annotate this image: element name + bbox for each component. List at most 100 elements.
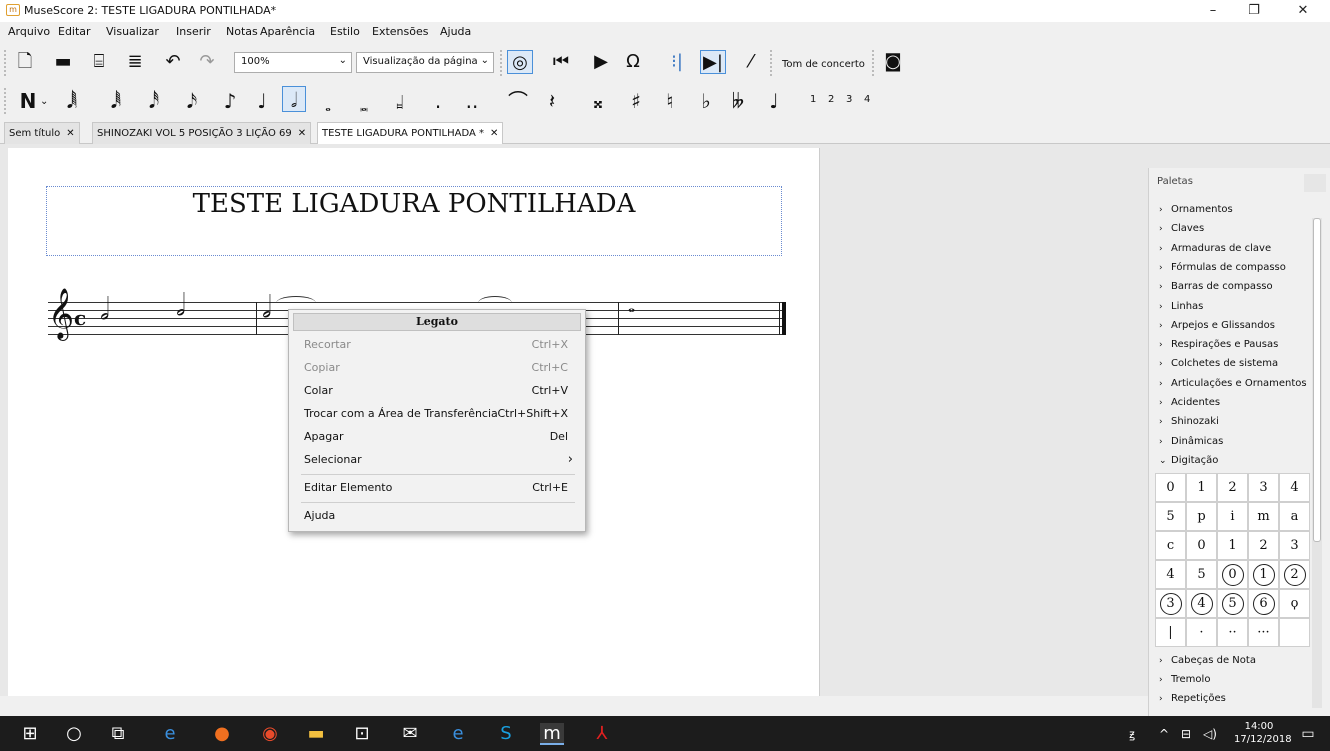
note-half-icon[interactable]: 𝅗𝅥	[282, 86, 306, 112]
palette-section[interactable]: › Repetições	[1159, 693, 1226, 704]
flip-direction-icon[interactable]: ♩	[762, 88, 786, 114]
toolbar-grip[interactable]	[872, 50, 876, 76]
palette-section[interactable]: › Dinâmicas	[1159, 436, 1223, 447]
internet-explorer-icon[interactable]: e	[446, 723, 470, 745]
menu-estilo[interactable]: Estilo	[330, 25, 360, 38]
fingering-cell[interactable]: 5	[1186, 560, 1217, 589]
menu-aparencia[interactable]: Aparência	[260, 25, 315, 38]
skype-icon[interactable]: S	[494, 723, 518, 745]
fingering-cell[interactable]: 1	[1186, 473, 1217, 502]
toolbar-grip[interactable]	[4, 88, 8, 114]
toolbar-grip[interactable]	[500, 50, 504, 76]
menu-item-editar-elemento[interactable]: Editar Elemento Ctrl+E	[293, 477, 581, 499]
undo-icon[interactable]: ↶	[160, 50, 186, 74]
fingering-cell[interactable]: 2	[1279, 560, 1310, 589]
palette-section[interactable]: › Ornamentos	[1159, 204, 1233, 215]
network-icon[interactable]: ⊟	[1174, 723, 1198, 745]
concert-pitch-button[interactable]: Tom de concerto	[782, 59, 865, 70]
fingering-cell[interactable]: 5	[1155, 502, 1186, 531]
menu-item-ajuda[interactable]: Ajuda	[293, 505, 581, 527]
fingering-cell[interactable]: i	[1217, 502, 1248, 531]
double-flat-icon[interactable]: 𝄫	[726, 88, 750, 114]
palette-close-button[interactable]	[1304, 174, 1326, 192]
fingering-cell[interactable]: ···	[1248, 618, 1279, 647]
notifications-icon[interactable]: ▭	[1296, 723, 1320, 745]
menu-item-recortar[interactable]: Recortar Ctrl+X	[293, 334, 581, 356]
fingering-cell[interactable]: 4	[1155, 560, 1186, 589]
menu-arquivo[interactable]: Arquivo	[8, 25, 50, 38]
fingering-cell[interactable]: 2	[1248, 531, 1279, 560]
camera-icon[interactable]: ◙	[880, 50, 906, 74]
note-16th-icon[interactable]: 𝅘𝅥𝅯	[180, 88, 204, 114]
palette-section[interactable]: › Colchetes de sistema	[1159, 358, 1278, 369]
fingering-cell[interactable]: 0	[1186, 531, 1217, 560]
fingering-cell[interactable]: ··	[1217, 618, 1248, 647]
half-note[interactable]: 𝅗𝅥	[262, 290, 272, 325]
menu-extensoes[interactable]: Extensões	[372, 25, 428, 38]
tab-sem-titulo[interactable]: Sem título ✕	[4, 122, 80, 144]
note-breve-icon[interactable]: 𝅜	[352, 94, 376, 120]
volume-icon[interactable]: ◁)	[1198, 723, 1222, 745]
fingering-cell[interactable]: a	[1279, 502, 1310, 531]
palette-scrollbar[interactable]	[1312, 218, 1322, 708]
fingering-cell[interactable]: 3	[1279, 531, 1310, 560]
double-sharp-icon[interactable]: 𝄪	[586, 88, 610, 114]
musescore-taskbar-icon[interactable]: m	[540, 723, 564, 745]
fingering-cell[interactable]: 2	[1217, 473, 1248, 502]
print-icon[interactable]: ≣	[122, 50, 148, 74]
fingering-cell[interactable]: c	[1155, 531, 1186, 560]
fingering-cell[interactable]	[1279, 618, 1310, 647]
menu-visualizar[interactable]: Visualizar	[106, 25, 159, 38]
fingering-cell[interactable]: 1	[1248, 560, 1279, 589]
fingering-cell[interactable]: 0	[1217, 560, 1248, 589]
acrobat-icon[interactable]: ⅄	[590, 723, 614, 745]
people-icon[interactable]: ꙃ	[1120, 723, 1144, 745]
fingering-cell[interactable]: ·	[1186, 618, 1217, 647]
treble-clef[interactable]: 𝄞	[48, 288, 74, 339]
menu-item-trocar[interactable]: Trocar com a Área de Transferência Ctrl+…	[293, 403, 581, 425]
close-icon[interactable]: ✕	[490, 128, 498, 139]
chrome-icon[interactable]: ◉	[258, 723, 282, 745]
fingering-cell[interactable]: 3	[1248, 473, 1279, 502]
note-quarter-icon[interactable]: ♩	[250, 88, 274, 114]
palette-section[interactable]: › Articulações e Ornamentos	[1159, 378, 1307, 389]
system-clock[interactable]: 14:00 17/12/2018	[1234, 720, 1292, 746]
double-dot-icon[interactable]: ..	[460, 88, 484, 114]
cortana-search-icon[interactable]: ○	[62, 723, 86, 745]
tab-teste-ligadura[interactable]: TESTE LIGADURA PONTILHADA * ✕	[317, 122, 504, 145]
common-time-signature[interactable]: c	[74, 306, 86, 330]
voice-3-button[interactable]: 3	[846, 94, 852, 105]
fingering-cell[interactable]: 5	[1217, 589, 1248, 618]
palette-section[interactable]: › Armaduras de clave	[1159, 243, 1271, 254]
whole-note[interactable]: 𝅝	[628, 296, 635, 317]
toolbar-grip[interactable]	[4, 50, 8, 76]
note-longa-icon[interactable]: 𝆷	[388, 88, 412, 114]
fingering-cell[interactable]: m	[1248, 502, 1279, 531]
slur[interactable]	[276, 296, 316, 310]
palette-section[interactable]: › Linhas	[1159, 301, 1203, 312]
horizontal-scrollbar[interactable]	[0, 696, 1148, 716]
loop-in-icon[interactable]: ⁝|	[664, 50, 690, 74]
view-mode-select[interactable]: Visualização da página ⌄	[356, 52, 494, 73]
chevron-up-icon[interactable]: ^	[1152, 723, 1176, 745]
menu-item-selecionar[interactable]: Selecionar ›	[293, 449, 581, 471]
score-title[interactable]: TESTE LIGADURA PONTILHADA	[47, 187, 781, 219]
tab-shinozaki[interactable]: SHINOZAKI VOL 5 POSIÇÃO 3 LIÇÃO 69 ✕	[92, 122, 312, 144]
natural-icon[interactable]: ♮	[658, 88, 682, 114]
redo-icon[interactable]: ↷	[194, 50, 220, 74]
menu-notas[interactable]: Notas	[226, 25, 258, 38]
fingering-cell[interactable]: p	[1186, 502, 1217, 531]
loop-icon[interactable]: Ω	[620, 50, 646, 74]
voice-1-button[interactable]: 1	[810, 94, 816, 105]
zoom-select[interactable]: 100% ⌄	[234, 52, 352, 73]
note-32nd-icon[interactable]: 𝅘𝅥𝅰	[142, 88, 166, 114]
maximize-button[interactable]: ❐	[1234, 2, 1274, 20]
menu-item-colar[interactable]: Colar Ctrl+V	[293, 380, 581, 402]
fingering-cell[interactable]: 3	[1155, 589, 1186, 618]
voice-2-button[interactable]: 2	[828, 94, 834, 105]
fingering-cell[interactable]: |	[1155, 618, 1186, 647]
voice-4-button[interactable]: 4	[864, 94, 870, 105]
fingering-cell[interactable]: 1	[1217, 531, 1248, 560]
fingering-cell[interactable]: 0	[1155, 473, 1186, 502]
sharp-icon[interactable]: ♯	[624, 88, 648, 114]
